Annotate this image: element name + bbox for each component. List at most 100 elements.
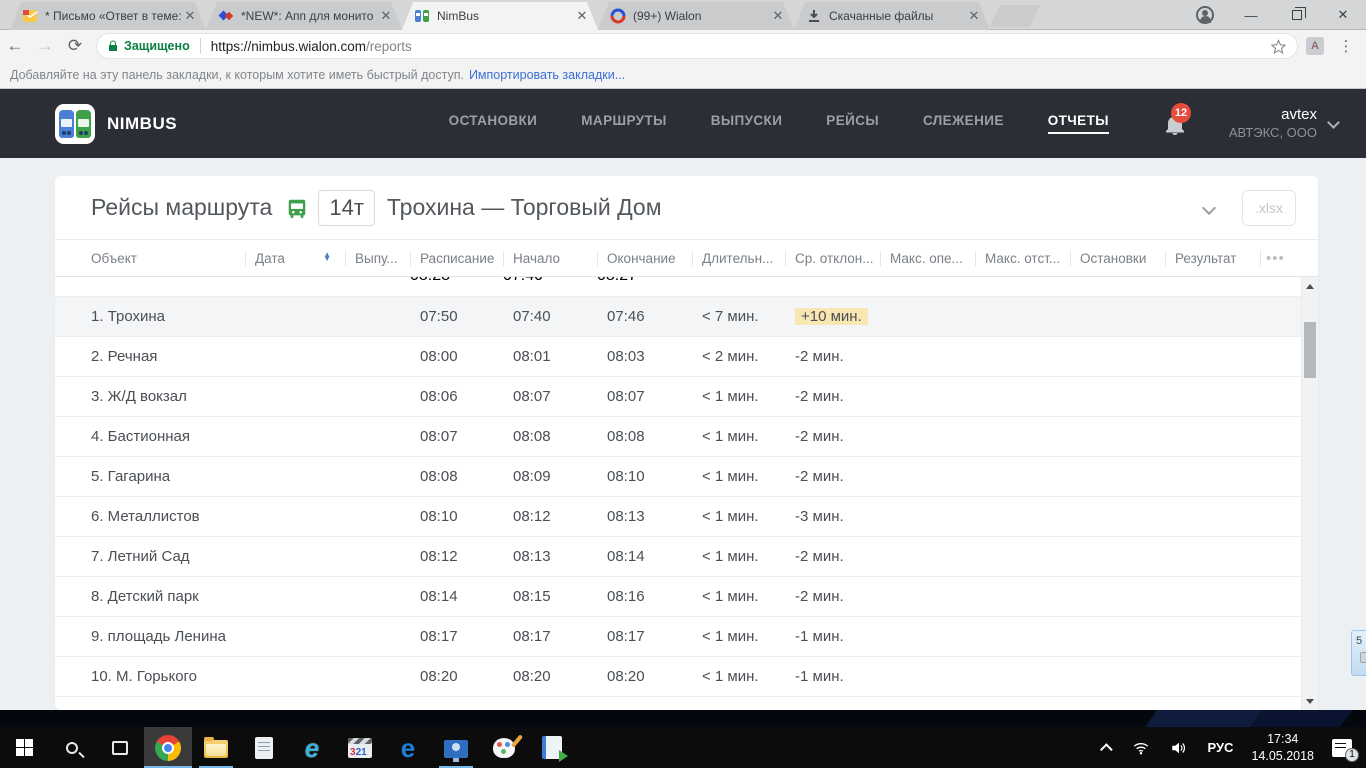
col-duration[interactable]: Длительн... [692,251,785,266]
taskbar-search-button[interactable] [48,727,96,768]
capture-icon[interactable] [1360,652,1366,663]
table-scrollbar[interactable] [1301,277,1318,710]
col-stops[interactable]: Остановки [1070,251,1165,266]
action-center-button[interactable]: 1 [1332,739,1352,757]
taskbar-paint[interactable] [480,727,528,768]
table-row[interactable]: 3. Ж/Д вокзал08:0608:0708:07< 1 мин.-2 м… [55,377,1318,417]
secure-indicator[interactable]: Защищено [107,39,190,53]
col-object[interactable]: Объект [55,251,245,266]
taskbar-remote-desktop[interactable] [432,727,480,768]
mail-favicon-icon [22,8,38,24]
collapse-chevron-icon[interactable] [1202,200,1216,214]
cell-schedule: 08:20 [410,668,503,685]
col-end[interactable]: Окончание [597,251,692,266]
tab-close-icon[interactable]: ✕ [182,8,198,24]
tab-title: *NEW*: Апп для монито [241,9,378,23]
nav-reports[interactable]: ОТЧЕТЫ [1048,113,1109,134]
address-bar[interactable]: Защищено https://nimbus.wialon.com/repor… [96,33,1298,59]
scroll-down-icon[interactable] [1302,694,1318,708]
col-max-ahead[interactable]: Макс. опе... [880,251,975,266]
browser-menu-icon[interactable]: ⋮ [1338,37,1354,55]
table-row[interactable]: 8. Детский парк08:1408:1508:16< 1 мин.-2… [55,577,1318,617]
tab-close-icon[interactable]: ✕ [574,8,590,24]
columns-more-icon[interactable]: ••• [1260,250,1300,267]
taskbar-media-app[interactable] [528,727,576,768]
media-player-classic-icon: 321 [348,738,372,758]
table-row[interactable]: 1. Трохина07:5007:4007:46< 7 мин.+10 мин… [55,297,1318,337]
window-close-button[interactable]: ✕ [1320,0,1366,30]
col-start[interactable]: Начало [503,251,597,266]
nav-routes[interactable]: МАРШРУТЫ [581,113,666,134]
cell-avg-deviation: -2 мин. [785,348,880,365]
new-tab-button[interactable] [990,5,1040,27]
col-max-behind[interactable]: Макс. отст... [975,251,1070,266]
export-xlsx-button[interactable]: .xlsx [1242,190,1296,226]
extension-icon[interactable] [1306,37,1324,55]
table-row[interactable]: 6. Металлистов08:1008:1208:13< 1 мин.-3 … [55,497,1318,537]
tab-title: Скачанные файлы [829,9,966,23]
taskbar-edge[interactable]: e [384,727,432,768]
wifi-icon[interactable] [1131,739,1151,757]
col-avg-deviation[interactable]: Ср. отклон... [785,251,880,266]
cell-start: 07:40 [503,308,597,325]
taskbar-clock[interactable]: 17:34 14.05.2018 [1251,731,1314,765]
language-indicator[interactable]: РУС [1207,740,1233,755]
report-card: Рейсы маршрута 14т Трохина — Торговый До… [55,176,1318,710]
cell-avg-deviation: -1 мин. [785,628,880,645]
table-row[interactable]: 10. М. Горького08:2008:2008:20< 1 мин.-1… [55,657,1318,697]
task-view-button[interactable] [96,727,144,768]
tab-close-icon[interactable]: ✕ [966,8,982,24]
taskbar-media-player-classic[interactable]: 321 [336,727,384,768]
table-row[interactable]: 7. Летний Сад08:1208:1308:14< 1 мин.-2 м… [55,537,1318,577]
window-minimize-button[interactable]: — [1228,0,1274,30]
user-menu[interactable]: avtex АВТЭКС, ООО [1229,106,1317,141]
table-row[interactable]: 2. Речная08:0008:0108:03< 2 мин.-2 мин. [55,337,1318,377]
taskbar-explorer[interactable] [192,727,240,768]
col-schedule[interactable]: Расписание [410,251,503,266]
notifications-button[interactable]: 12 [1163,111,1187,137]
col-result[interactable]: Результат [1165,251,1260,266]
tray-expand-icon[interactable] [1100,743,1113,756]
nav-rides[interactable]: ВЫПУСКИ [711,113,783,134]
cell-avg-deviation: -3 мин. [785,508,880,525]
tab-wialon[interactable]: (99+) Wialon ✕ [598,2,794,30]
forward-button[interactable]: → [30,36,60,56]
nav-stops[interactable]: ОСТАНОВКИ [449,113,538,134]
nav-trips[interactable]: РЕЙСЫ [826,113,879,134]
download-speed-text: 5 KB/s [1356,635,1366,647]
table-row[interactable]: 9. площадь Ленина08:1708:1708:17< 1 мин.… [55,617,1318,657]
sort-icon[interactable]: ▲▼ [323,253,331,261]
taskbar-internet-explorer[interactable]: e [288,727,336,768]
tab-nimbus[interactable]: NimBus ✕ [402,2,598,30]
taskbar-chrome[interactable] [144,727,192,768]
partial-row[interactable]: 08:28 07:40 08:27 [55,277,1318,297]
col-date[interactable]: Дата▲▼ [245,251,345,266]
window-restore-button[interactable] [1274,0,1320,30]
tab-new-app[interactable]: *NEW*: Апп для монито ✕ [206,2,402,30]
diamonds-favicon-icon [218,8,234,24]
cell-start: 07:40 [503,277,597,285]
bookmark-star-icon[interactable] [1270,38,1287,55]
cell-schedule: 07:50 [410,308,503,325]
col-vypusk[interactable]: Выпу... [345,251,410,266]
nimbus-brand[interactable]: NIMBUS [55,104,177,144]
tab-close-icon[interactable]: ✕ [378,8,394,24]
download-speed-overlay[interactable]: 5 KB/s [1351,630,1366,676]
table-row[interactable]: 5. Гагарина08:0808:0908:10< 1 мин.-2 мин… [55,457,1318,497]
user-name: avtex [1229,106,1317,125]
browser-profile-button[interactable] [1182,0,1228,30]
volume-icon[interactable] [1169,739,1189,757]
back-button[interactable]: ← [0,36,30,56]
table-row[interactable]: 4. Бастионная08:0708:0808:08< 1 мин.-2 м… [55,417,1318,457]
nimbus-favicon-icon [414,8,430,24]
nav-tracking[interactable]: СЛЕЖЕНИЕ [923,113,1004,134]
start-button[interactable] [0,727,48,768]
import-bookmarks-link[interactable]: Импортировать закладки... [469,68,625,82]
tab-close-icon[interactable]: ✕ [770,8,786,24]
scrollbar-thumb[interactable] [1304,322,1316,378]
tab-mail[interactable]: * Письмо «Ответ в теме: ✕ [10,2,206,30]
reload-button[interactable]: ⟳ [60,36,90,56]
taskbar-notepad[interactable] [240,727,288,768]
scroll-up-icon[interactable] [1302,279,1318,293]
tab-downloads[interactable]: Скачанные файлы ✕ [794,2,990,30]
